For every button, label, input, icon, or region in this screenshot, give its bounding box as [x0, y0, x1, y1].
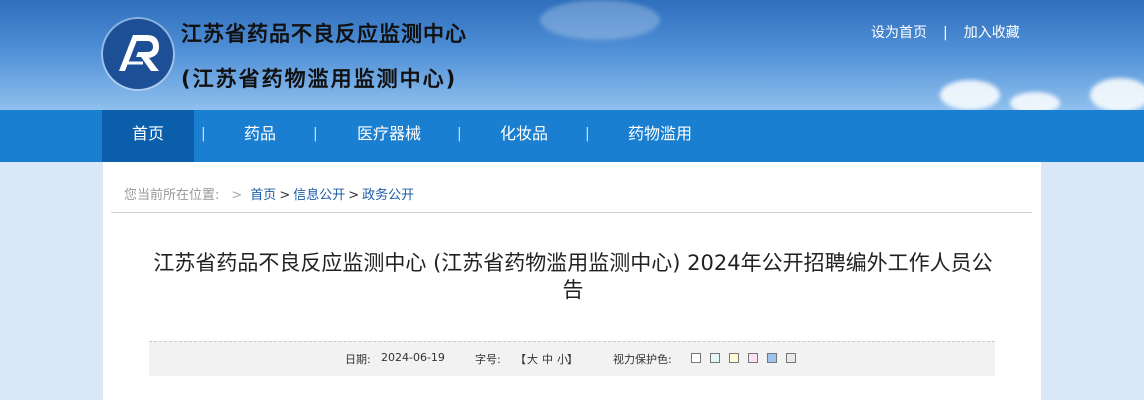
- cloud-decoration: [1010, 92, 1060, 110]
- font-size-bracket: 【: [515, 353, 526, 366]
- nav-item-drugs[interactable]: 药品: [230, 110, 290, 162]
- breadcrumb-separator: >: [348, 188, 360, 203]
- breadcrumb-home-link[interactable]: 首页: [250, 188, 276, 203]
- breadcrumb: 您当前所在位置: > 首页 > 信息公开 > 政务公开: [124, 184, 414, 203]
- site-logo[interactable]: [103, 19, 173, 89]
- nav-separator: |: [457, 126, 462, 142]
- date-value: 2024-06-19: [381, 351, 445, 364]
- font-size-label: 字号:: [475, 353, 501, 366]
- cloud-decoration: [940, 80, 1000, 110]
- eye-color-swatch[interactable]: [786, 353, 796, 363]
- nav-item-home[interactable]: 首页: [102, 110, 194, 162]
- divider: [111, 212, 1032, 213]
- breadcrumb-prefix: 您当前所在位置:: [124, 188, 220, 203]
- breadcrumb-info-link[interactable]: 信息公开: [293, 188, 345, 203]
- nav-item-medical-devices[interactable]: 医疗器械: [346, 110, 432, 162]
- site-subtitle: (江苏省药物滥用监测中心): [181, 67, 458, 91]
- nav-item-drug-abuse[interactable]: 药物滥用: [618, 110, 702, 162]
- eye-color-swatch[interactable]: [748, 353, 758, 363]
- header-banner: 江苏省药品不良反应监测中心 (江苏省药物滥用监测中心) 设为首页 | 加入收藏: [0, 0, 1144, 110]
- eye-color-label: 视力保护色:: [613, 353, 672, 366]
- eye-color-swatch[interactable]: [729, 353, 739, 363]
- content-panel: 您当前所在位置: > 首页 > 信息公开 > 政务公开 江苏省药品不良反应监测中心 (江苏省…: [103, 162, 1041, 400]
- nav-item-cosmetics[interactable]: 化妆品: [490, 110, 558, 162]
- site-title: 江苏省药品不良反应监测中心: [181, 22, 467, 46]
- light-glow: [540, 0, 660, 40]
- breadcrumb-arrow: >: [231, 188, 243, 203]
- font-large-button[interactable]: 大: [527, 351, 538, 367]
- eye-color-swatch[interactable]: [767, 353, 777, 363]
- eye-color-swatch[interactable]: [691, 353, 701, 363]
- font-medium-button[interactable]: 中: [542, 351, 553, 367]
- nav-separator: |: [201, 126, 206, 142]
- nav-separator: |: [585, 126, 590, 142]
- date-label: 日期:: [345, 353, 371, 366]
- top-links: 设为首页 | 加入收藏: [871, 22, 1020, 42]
- breadcrumb-affairs-link[interactable]: 政务公开: [362, 188, 414, 203]
- set-homepage-link[interactable]: 设为首页: [871, 22, 927, 42]
- logo-icon: [119, 35, 159, 71]
- nav-separator: |: [313, 126, 318, 142]
- article-meta-bar: 日期: 2024-06-19 字号: 【 大 中 小 】 视力保护色:: [149, 341, 995, 376]
- breadcrumb-separator: >: [279, 188, 291, 203]
- eye-color-swatch[interactable]: [710, 353, 720, 363]
- cloud-decoration: [1090, 78, 1144, 110]
- article-title: 江苏省药品不良反应监测中心 (江苏省药物滥用监测中心) 2024年公开招聘编外工…: [153, 251, 993, 302]
- add-favorite-link[interactable]: 加入收藏: [964, 22, 1020, 42]
- font-size-bracket: 】: [567, 353, 578, 366]
- main-nav: 首页 | 药品 | 医疗器械 | 化妆品 | 药物滥用: [0, 110, 1144, 162]
- top-links-separator: |: [943, 25, 948, 41]
